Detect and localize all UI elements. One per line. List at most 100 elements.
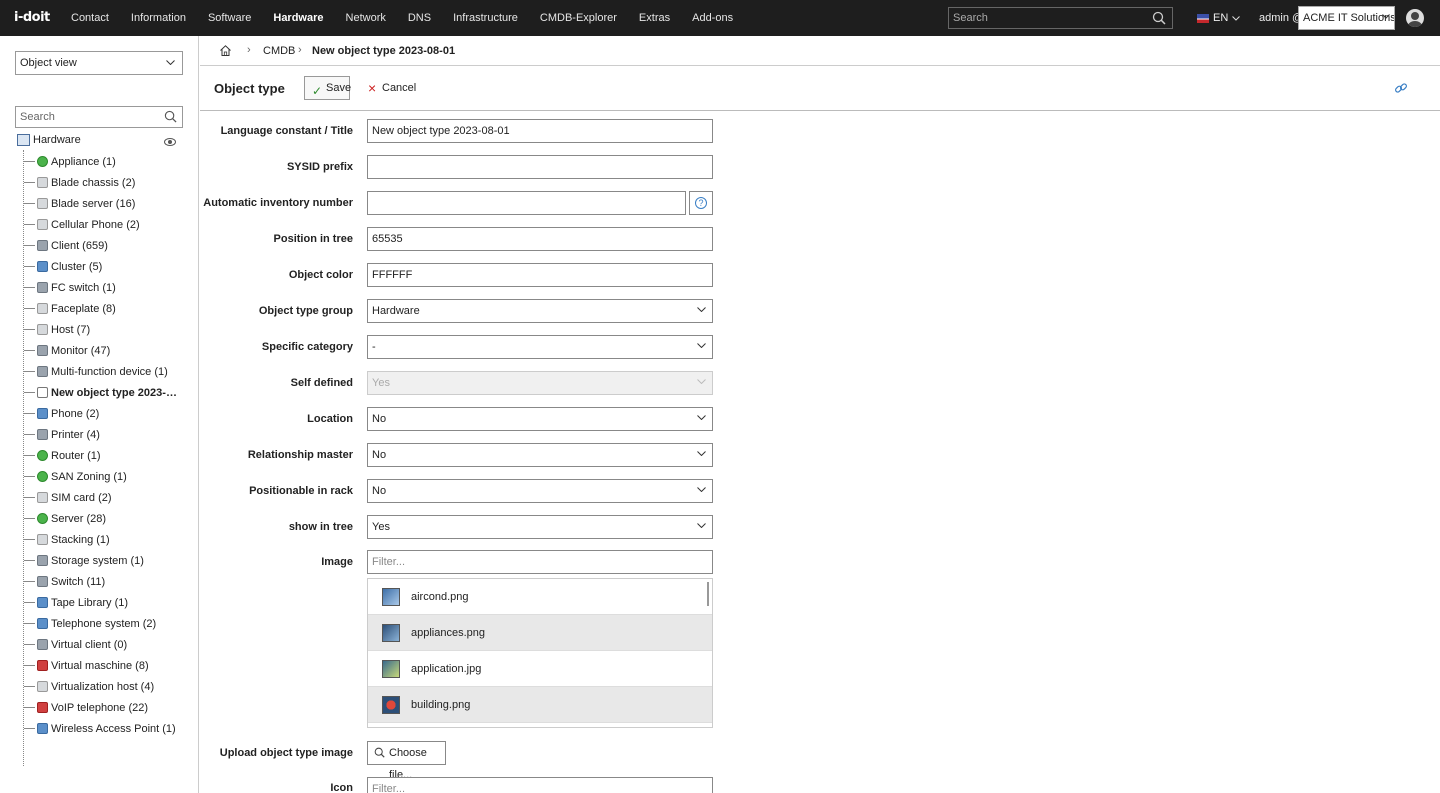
- chevron-down-icon: [697, 415, 706, 420]
- tenant-select[interactable]: ACME IT Solutions: [1298, 6, 1395, 30]
- main-nav: Contact Information Software Hardware Ne…: [71, 0, 755, 36]
- eye-icon[interactable]: [164, 138, 176, 146]
- tree-item[interactable]: Multi-function device (1): [24, 361, 168, 382]
- nav-information[interactable]: Information: [131, 0, 186, 36]
- tree-item[interactable]: Virtual client (0): [24, 634, 127, 655]
- save-button[interactable]: ✓ Save: [304, 76, 351, 100]
- tree-item[interactable]: Host (7): [24, 319, 90, 340]
- tree-item-label: Storage system (1): [51, 554, 144, 567]
- tree-item[interactable]: Blade server (16): [24, 193, 135, 214]
- image-list-item[interactable]: appliances.png: [368, 615, 712, 651]
- location-select[interactable]: No: [367, 407, 713, 431]
- tree-connector: [24, 161, 35, 162]
- tree-connector: [24, 665, 35, 666]
- tree-item[interactable]: Client (659): [24, 235, 108, 256]
- tree-item[interactable]: Printer (4): [24, 424, 100, 445]
- link-icon[interactable]: [1394, 81, 1408, 95]
- tree-item-label: Faceplate (8): [51, 302, 116, 315]
- tree-item[interactable]: Wireless Access Point (1): [24, 718, 176, 739]
- show-in-tree-select[interactable]: Yes: [367, 515, 713, 539]
- toolbar: Object type ✓ Save × Cancel: [200, 67, 1440, 111]
- tree-item[interactable]: Switch (11): [24, 571, 105, 592]
- image-list-item[interactable]: application.jpg: [368, 651, 712, 687]
- tree-item[interactable]: SIM card (2): [24, 487, 112, 508]
- help-button[interactable]: ?: [689, 191, 713, 215]
- nav-infrastructure[interactable]: Infrastructure: [453, 0, 518, 36]
- tree-item[interactable]: Appliance (1): [24, 151, 116, 172]
- position-in-tree-input[interactable]: 65535: [367, 227, 713, 251]
- auto-inventory-input[interactable]: [367, 191, 686, 215]
- tree-item-label: Virtual client (0): [51, 638, 128, 651]
- tree-item[interactable]: Blade chassis (2): [24, 172, 135, 193]
- tree-connector: [24, 203, 35, 204]
- cancel-button[interactable]: × Cancel: [368, 76, 416, 100]
- tree-item-label: Server (28): [51, 512, 107, 525]
- form-row-auto-inventory: Automatic inventory number ?: [200, 190, 720, 226]
- close-icon: ×: [368, 80, 377, 96]
- user-name: admin @: [1259, 12, 1304, 24]
- tree-item[interactable]: Cluster (5): [24, 256, 102, 277]
- object-type-icon: [37, 723, 48, 734]
- tree-item[interactable]: Cellular Phone (2): [24, 214, 140, 235]
- tree-item[interactable]: Tape Library (1): [24, 592, 128, 613]
- nav-software[interactable]: Software: [208, 0, 251, 36]
- tree-item-label: Printer (4): [51, 428, 100, 441]
- object-type-icon: [37, 471, 48, 482]
- image-name: aircond.png: [411, 590, 469, 603]
- relationship-master-select[interactable]: No: [367, 443, 713, 467]
- tree-item[interactable]: Storage system (1): [24, 550, 144, 571]
- tree-item[interactable]: Stacking (1): [24, 529, 110, 550]
- object-type-group-label: Object type group: [258, 305, 353, 317]
- image-list-item[interactable]: building.png: [368, 687, 712, 723]
- title-input[interactable]: New object type 2023-08-01: [367, 119, 713, 143]
- specific-category-select[interactable]: -: [367, 335, 713, 359]
- tree-item[interactable]: Router (1): [24, 445, 101, 466]
- tree-item[interactable]: Virtualization host (4): [24, 676, 154, 697]
- object-type-icon: [37, 513, 48, 524]
- global-search-input[interactable]: Search: [948, 7, 1173, 29]
- nav-dns[interactable]: DNS: [408, 0, 431, 36]
- sysid-prefix-input[interactable]: [367, 155, 713, 179]
- tree-item[interactable]: FC switch (1): [24, 277, 116, 298]
- object-type-group-select[interactable]: Hardware: [367, 299, 713, 323]
- nav-add-ons[interactable]: Add-ons: [692, 0, 733, 36]
- tree-item[interactable]: Telephone system (2): [24, 613, 156, 634]
- nav-extras[interactable]: Extras: [639, 0, 670, 36]
- nav-hardware[interactable]: Hardware: [273, 0, 323, 36]
- tree-connector: [24, 560, 35, 561]
- search-icon[interactable]: [164, 110, 177, 123]
- tree-search-input[interactable]: Search: [15, 106, 183, 128]
- tree-item[interactable]: New object type 2023-08-01: [24, 382, 179, 403]
- tree-root-hardware[interactable]: Hardware: [17, 134, 81, 146]
- choose-file-button[interactable]: Choose file...: [367, 741, 446, 781]
- app-logo[interactable]: i-doit: [14, 10, 50, 25]
- image-list-item[interactable]: aircond.png: [368, 579, 712, 615]
- tree-item[interactable]: SAN Zoning (1): [24, 466, 127, 487]
- object-color-input[interactable]: FFFFFF: [367, 263, 713, 287]
- object-type-icon: [37, 345, 48, 356]
- nav-cmdb-explorer[interactable]: CMDB-Explorer: [540, 0, 617, 36]
- chevron-down-icon: [697, 451, 706, 456]
- breadcrumb-cmdb[interactable]: CMDB: [263, 45, 295, 57]
- user-avatar-icon[interactable]: [1406, 9, 1424, 27]
- tree-item[interactable]: Monitor (47): [24, 340, 110, 361]
- view-select[interactable]: Object view: [15, 51, 183, 75]
- specific-category-label: Specific category: [261, 341, 353, 353]
- language-selector[interactable]: EN: [1197, 12, 1241, 24]
- image-filter-input[interactable]: Filter...: [367, 550, 713, 574]
- tree-item[interactable]: Phone (2): [24, 403, 99, 424]
- tree-item[interactable]: Virtual maschine (8): [24, 655, 149, 676]
- nav-contact[interactable]: Contact: [71, 0, 109, 36]
- tree-item[interactable]: Server (28): [24, 508, 106, 529]
- cancel-label: Cancel: [382, 82, 417, 94]
- tree-item[interactable]: VoIP telephone (22): [24, 697, 148, 718]
- tree-item[interactable]: Faceplate (8): [24, 298, 116, 319]
- form-row-upload: Upload object type image Choose file...: [200, 740, 720, 781]
- search-icon[interactable]: [1152, 11, 1166, 25]
- image-list-scrollbar[interactable]: [707, 582, 709, 606]
- home-icon[interactable]: [220, 45, 231, 56]
- object-type-icon: [37, 681, 48, 692]
- nav-network[interactable]: Network: [346, 0, 386, 36]
- icon-filter-input[interactable]: Filter...: [367, 777, 713, 793]
- positionable-in-rack-select[interactable]: No: [367, 479, 713, 503]
